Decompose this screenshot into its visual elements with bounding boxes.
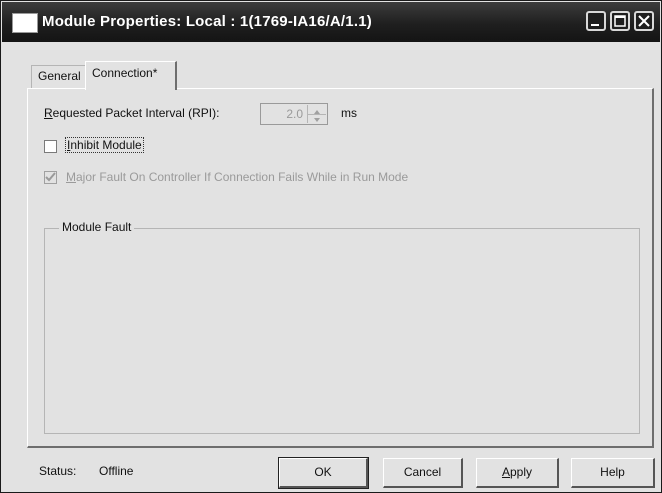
maximize-icon: [614, 15, 626, 27]
inhibit-module-label[interactable]: Inhibit Module: [65, 137, 144, 153]
close-icon: [638, 15, 650, 27]
arrow-down-icon: [314, 118, 320, 122]
title-bar[interactable]: Module Properties: Local : 1(1769-IA16/A…: [2, 2, 660, 42]
rpi-label: Requested Packet Interval (RPI):: [44, 106, 220, 120]
cancel-button[interactable]: Cancel: [383, 458, 463, 488]
status-label: Status:: [39, 464, 77, 478]
checkmark-icon: [45, 172, 56, 182]
tab-connection[interactable]: Connection*: [85, 61, 177, 90]
rpi-spinner-buttons: [307, 105, 326, 123]
tab-connection-label: Connection*: [92, 66, 158, 80]
apply-button[interactable]: Apply: [476, 458, 559, 488]
tab-general-label: General: [38, 69, 81, 83]
module-fault-group: Module Fault: [44, 220, 640, 434]
rpi-unit-label: ms: [341, 106, 357, 120]
window-title: Module Properties: Local : 1(1769-IA16/A…: [42, 13, 372, 30]
window-icon: [12, 13, 38, 33]
major-fault-checkbox[interactable]: [44, 171, 57, 184]
inhibit-module-checkbox[interactable]: [44, 140, 57, 153]
rpi-spin-down-button[interactable]: [308, 114, 326, 123]
module-properties-dialog: Module Properties: Local : 1(1769-IA16/A…: [0, 0, 662, 493]
status-value: Offline: [99, 464, 134, 478]
close-button[interactable]: [634, 11, 654, 31]
minimize-icon: [591, 24, 599, 26]
major-fault-label: Major Fault On Controller If Connection …: [66, 170, 409, 184]
tab-general[interactable]: General: [31, 65, 87, 89]
minimize-button[interactable]: [586, 11, 606, 31]
ok-button[interactable]: OK: [278, 457, 369, 489]
module-fault-title: Module Fault: [59, 220, 135, 234]
connection-tab-panel: Requested Packet Interval (RPI): 2.0 ms …: [27, 88, 654, 448]
maximize-button[interactable]: [610, 11, 630, 31]
rpi-spinner[interactable]: 2.0: [260, 103, 328, 125]
rpi-value: 2.0: [286, 107, 303, 121]
help-button[interactable]: Help: [571, 458, 655, 488]
